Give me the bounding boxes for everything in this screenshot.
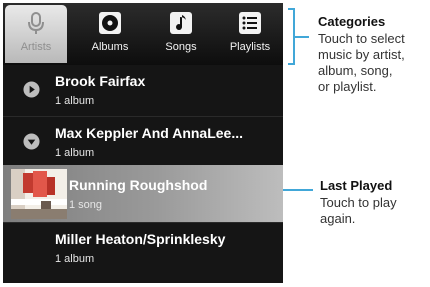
tab-albums-label: Albums	[91, 41, 129, 53]
categories-bracket	[288, 8, 295, 65]
music-browser-screen: Artists Albums Songs Playlists Brook Fai…	[3, 3, 283, 283]
list-item[interactable]: Max Keppler And AnnaLee... 1 album	[3, 117, 283, 169]
expand-down-icon[interactable]	[23, 133, 40, 150]
categories-callout-title: Categories	[318, 14, 386, 29]
last-played-leader-line	[283, 189, 313, 191]
list-item-title: Brook Fairfax	[55, 73, 146, 89]
tab-songs-label: Songs	[165, 41, 197, 53]
playlist-icon	[239, 12, 261, 34]
list-item[interactable]: Brook Fairfax 1 album	[3, 65, 283, 117]
list-item-title: Running Roughshod	[69, 177, 208, 193]
list-item-subtitle: 1 album	[55, 147, 95, 159]
music-note-icon	[170, 12, 192, 34]
category-tabs: Artists Albums Songs Playlists	[3, 3, 283, 65]
tab-songs[interactable]: Songs	[149, 5, 213, 63]
album-art-thumbnail	[11, 169, 67, 219]
list-item-title: Max Keppler And AnnaLee...	[55, 125, 243, 141]
tab-playlists[interactable]: Playlists	[219, 5, 281, 63]
list-item-selected[interactable]: Running Roughshod 1 song	[3, 165, 283, 223]
categories-leader-line	[295, 36, 309, 38]
tab-albums[interactable]: Albums	[77, 5, 143, 63]
expand-right-icon[interactable]	[23, 81, 40, 98]
categories-callout-text: Touch to select music by artist, album, …	[318, 31, 405, 94]
album-icon	[99, 12, 121, 34]
microphone-icon	[28, 12, 44, 34]
tab-playlists-label: Playlists	[229, 41, 271, 53]
list-item-title: Miller Heaton/Sprinklesky	[55, 231, 226, 247]
last-played-callout-title: Last Played	[320, 178, 393, 193]
tab-artists-label: Artists	[20, 41, 52, 53]
last-played-callout-text: Touch to play again.	[320, 195, 397, 226]
tab-artists[interactable]: Artists	[5, 5, 67, 63]
list-item-subtitle: 1 album	[55, 95, 95, 107]
list-item-subtitle: 1 album	[55, 253, 95, 265]
list-item[interactable]: Miller Heaton/Sprinklesky 1 album	[3, 223, 283, 275]
list-item-subtitle: 1 song	[69, 199, 103, 211]
